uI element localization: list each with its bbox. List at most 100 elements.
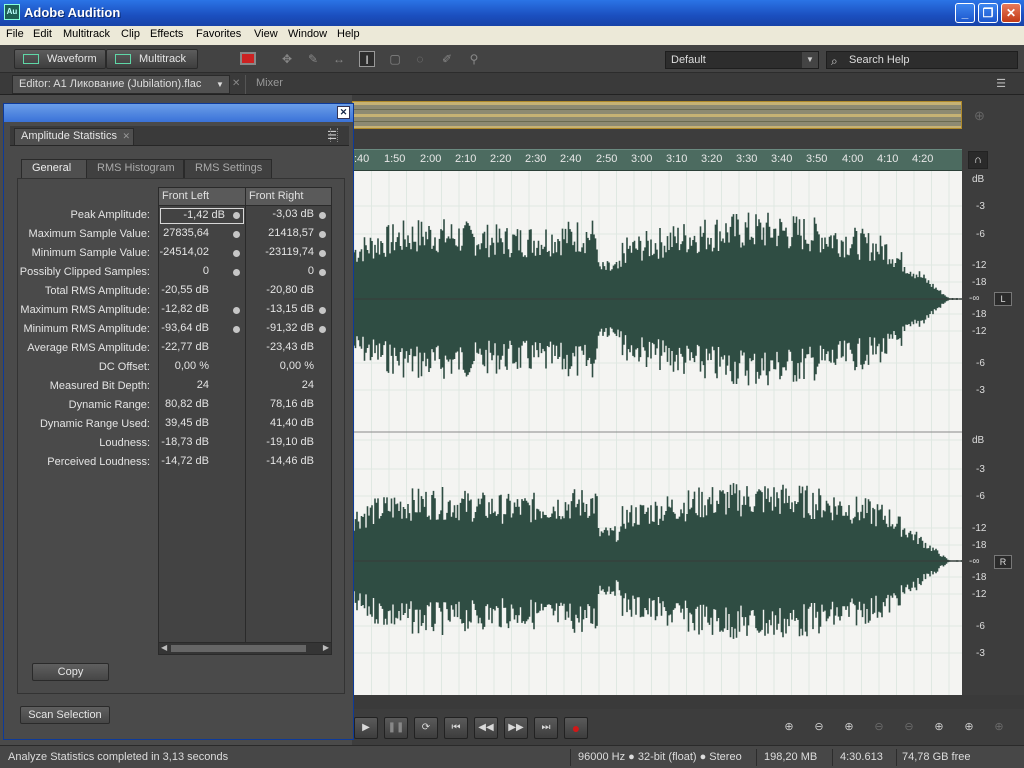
time-selection-tool-icon[interactable]: I [359,51,375,67]
stat-value-front-left[interactable]: -18,73 dB [147,436,227,452]
jump-to-value-icon[interactable] [319,250,326,257]
slip-tool-icon[interactable]: ↔ [331,51,347,67]
waveform-scrollbar[interactable] [352,695,1024,709]
tab-rms-histogram[interactable]: RMS Histogram [86,159,184,178]
stat-value-front-left[interactable]: -12,82 dB [147,303,227,319]
menu-favorites[interactable]: Favorites [196,28,241,40]
jump-to-value-icon[interactable] [233,307,240,314]
stat-value-front-left[interactable]: -93,64 dB [147,322,227,338]
stat-value-front-right[interactable]: -14,46 dB [236,455,316,467]
stat-value-front-left[interactable]: -24514,02 [147,246,227,262]
stat-value-front-right[interactable]: -19,10 dB [236,436,316,448]
menu-clip[interactable]: Clip [121,28,140,40]
loop-button[interactable]: ⟳ [414,717,438,739]
menu-window[interactable]: Window [288,28,327,40]
zoom-navigator-icon[interactable]: ⊕ [974,108,985,124]
menu-file[interactable]: File [6,28,24,40]
close-icon[interactable]: ✕ [337,106,350,119]
stat-value-front-right[interactable]: -20,80 dB [236,284,316,296]
panel-tab-amplitude-statistics[interactable]: Amplitude Statistics ✕ [14,128,134,145]
close-tab-icon[interactable]: ✕ [232,78,240,89]
stat-value-front-right[interactable]: 78,16 dB [236,398,316,410]
zoom-in-amplitude-icon[interactable]: ⊕ [778,720,800,738]
fast-forward-button[interactable]: ▶▶ [504,717,528,739]
panel-menu-icon[interactable]: ☰ [996,77,1006,90]
stat-value-front-left[interactable]: -22,77 dB [147,341,227,357]
spectral-display-icon[interactable] [240,52,256,65]
editor-tab[interactable]: Editor: A1 Ликование (Jubilation).flac ▼ [12,75,230,94]
workspace-select[interactable]: Default ▼ [665,51,819,69]
zoom-out-time-icon[interactable]: ⊖ [868,720,890,738]
stat-value-front-right[interactable]: 0,00 % [236,360,316,372]
skip-to-end-button[interactable]: ⏭ [534,717,558,739]
close-window-button[interactable]: ✕ [1001,3,1021,23]
copy-button[interactable]: Copy [32,663,109,681]
minimize-button[interactable]: _ [955,3,975,23]
waveform-view-button[interactable]: Waveform [14,49,106,69]
pause-button[interactable]: ❚❚ [384,717,408,739]
jump-to-value-icon[interactable] [319,269,326,276]
timeline-ruler[interactable]: :40 1:50 2:00 2:10 2:20 2:30 2:40 2:50 3… [352,149,962,171]
overview-bar[interactable] [352,101,962,129]
stat-value-front-right[interactable]: 21418,57 [236,227,316,239]
channel-left-badge[interactable]: L [994,292,1012,306]
zoom-out-amplitude-icon[interactable]: ⊖ [808,720,830,738]
play-button[interactable]: ▶ [354,717,378,739]
stat-value-front-right[interactable]: 41,40 dB [236,417,316,429]
jump-to-value-icon[interactable] [233,269,240,276]
search-help-input[interactable]: ⌕ Search Help [826,51,1018,69]
menu-view[interactable]: View [254,28,278,40]
scan-selection-button[interactable]: Scan Selection [20,706,110,724]
rewind-button[interactable]: ◀◀ [474,717,498,739]
marquee-tool-icon[interactable]: ▢ [387,51,403,67]
zoom-in-left-icon[interactable]: ⊕ [958,720,980,738]
zoom-selection-icon[interactable]: ⊕ [928,720,950,738]
lasso-tool-icon[interactable]: ◌ [412,51,428,67]
stats-horizontal-scrollbar[interactable]: ◀ ▶ [159,642,331,654]
waveform-display[interactable] [354,171,962,695]
zoom-in-time-icon[interactable]: ⊕ [838,720,860,738]
scroll-left-icon[interactable]: ◀ [161,643,167,652]
stat-value-front-left[interactable]: -20,55 dB [147,284,227,300]
stat-value-front-right[interactable]: -13,15 dB [236,303,316,315]
zoom-out-full-icon[interactable]: ⊖ [898,720,920,738]
tab-mixer[interactable]: Mixer [245,75,357,94]
scroll-thumb[interactable] [171,645,306,652]
move-tool-icon[interactable]: ✥ [279,51,295,67]
jump-to-value-icon[interactable] [233,231,240,238]
menu-help[interactable]: Help [337,28,360,40]
razor-tool-icon[interactable]: ✎ [305,51,321,67]
jump-to-value-icon[interactable] [319,307,326,314]
menu-edit[interactable]: Edit [33,28,52,40]
stat-value-front-left[interactable]: 39,45 dB [147,417,227,433]
headphone-icon[interactable]: ∩ [968,151,988,169]
scroll-right-icon[interactable]: ▶ [323,643,329,652]
stat-value-front-right[interactable]: -23,43 dB [236,341,316,353]
skip-to-start-button[interactable]: ⏮ [444,717,468,739]
record-button[interactable]: ● [564,717,588,739]
spot-healing-tool-icon[interactable]: ⚲ [466,51,482,67]
stat-value-front-left[interactable]: 27835,64 [147,227,227,243]
jump-to-value-icon[interactable] [319,212,326,219]
jump-to-value-icon[interactable] [319,231,326,238]
channel-right-badge[interactable]: R [994,555,1012,569]
stat-value-front-right[interactable]: -23119,74 [236,246,316,258]
jump-to-value-icon[interactable] [319,326,326,333]
maximize-button[interactable]: ❐ [978,3,998,23]
jump-to-value-icon[interactable] [233,250,240,257]
tab-general[interactable]: General [21,159,87,179]
brush-tool-icon[interactable]: ✐ [439,51,455,67]
stat-value-front-left[interactable]: -1,42 dB [160,208,244,224]
panel-grip-icon[interactable] [330,128,338,142]
stat-value-front-left[interactable]: 0 [147,265,227,281]
multitrack-view-button[interactable]: Multitrack [106,49,198,69]
close-icon[interactable]: ✕ [122,129,130,144]
stat-value-front-right[interactable]: 24 [236,379,316,391]
stat-value-front-left[interactable]: 80,82 dB [147,398,227,414]
stat-value-front-left[interactable]: -14,72 dB [147,455,227,471]
jump-to-value-icon[interactable] [233,326,240,333]
menu-effects[interactable]: Effects [150,28,183,40]
menu-multitrack[interactable]: Multitrack [63,28,110,40]
stat-value-front-right[interactable]: 0 [236,265,316,277]
floating-window-titlebar[interactable]: ✕ [4,104,353,122]
